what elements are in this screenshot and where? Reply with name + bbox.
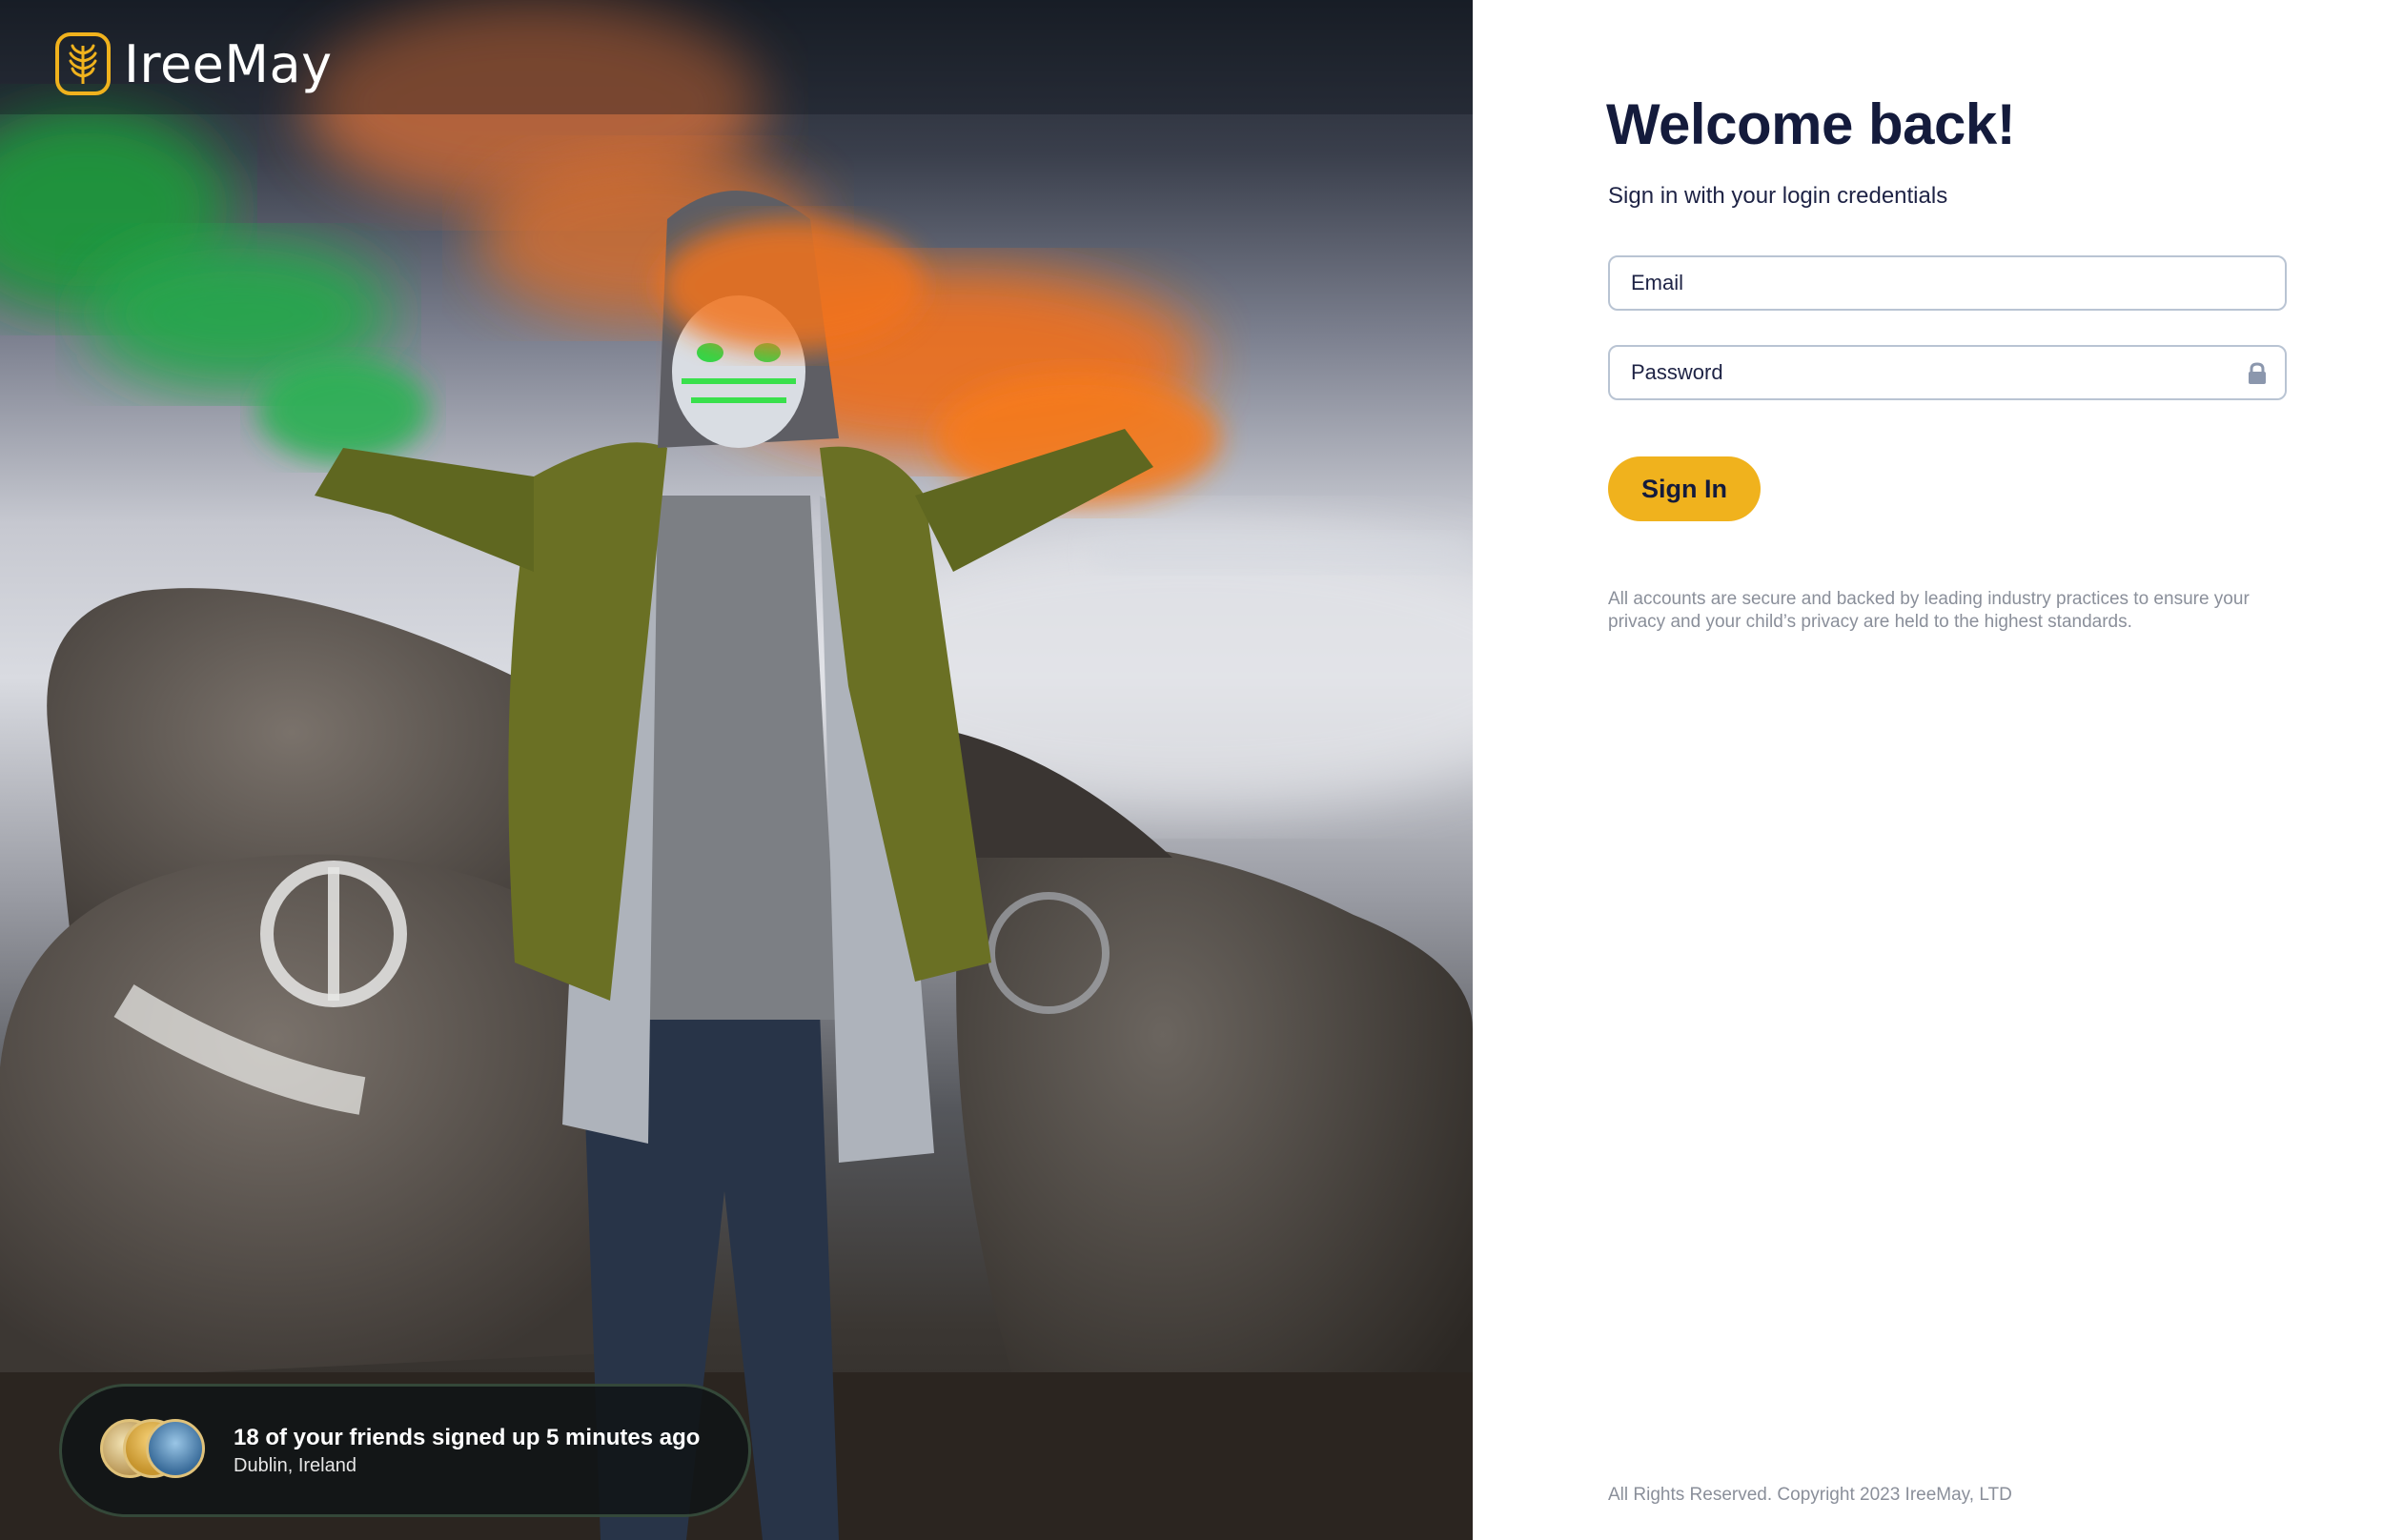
hero-scene xyxy=(0,0,1473,1540)
login-page: IreeMay 18 of your friends signed up 5 m… xyxy=(0,0,2383,1540)
notification-text: 18 of your friends signed up 5 minutes a… xyxy=(234,1423,700,1478)
notification-title: 18 of your friends signed up 5 minutes a… xyxy=(234,1425,701,1450)
email-field[interactable] xyxy=(1608,255,2287,311)
page-title: Welcome back! xyxy=(1606,92,2016,156)
login-panel: Welcome back! Sign in with your login cr… xyxy=(1473,0,2383,1540)
avatar xyxy=(146,1419,205,1478)
notification-location: Dublin, Ireland xyxy=(234,1455,356,1476)
security-notice: All accounts are secure and backed by le… xyxy=(1608,589,2250,632)
page-subtitle: Sign in with your login credentials xyxy=(1608,183,1948,209)
hero-image: IreeMay 18 of your friends signed up 5 m… xyxy=(0,0,1473,1540)
sign-in-button[interactable]: Sign In xyxy=(1608,456,1761,521)
lock-icon xyxy=(2249,362,2266,384)
brand-logo[interactable]: IreeMay xyxy=(55,32,333,95)
password-input[interactable] xyxy=(1631,360,2203,385)
email-input[interactable] xyxy=(1631,271,2203,295)
signup-notification: 18 of your friends signed up 5 minutes a… xyxy=(59,1384,751,1517)
copyright-text: All Rights Reserved. Copyright 2023 Iree… xyxy=(1608,1485,2012,1505)
wheat-icon xyxy=(55,32,111,95)
friend-avatars xyxy=(100,1419,205,1482)
brand-name: IreeMay xyxy=(124,33,333,94)
password-field[interactable] xyxy=(1608,345,2287,400)
